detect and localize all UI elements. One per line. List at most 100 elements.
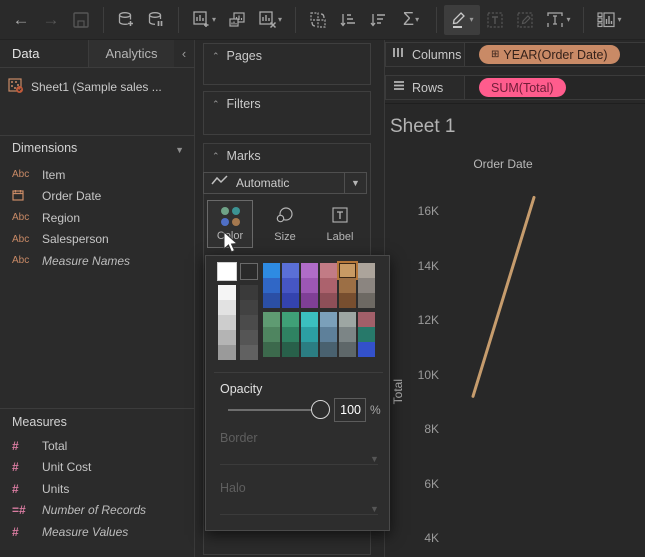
size-button[interactable]: Size: [262, 200, 308, 248]
palette-swatch[interactable]: [358, 312, 375, 327]
palette-swatch[interactable]: [263, 263, 280, 278]
datasource-item[interactable]: Sheet1 (Sample sales ...: [0, 76, 195, 98]
collapse-chevron-icon[interactable]: ⌃: [212, 51, 220, 62]
save-icon[interactable]: [66, 5, 96, 35]
white-swatch[interactable]: [217, 262, 237, 281]
pause-auto-updates-icon[interactable]: [141, 5, 171, 35]
mark-type-dropdown[interactable]: Automatic ▼: [203, 172, 367, 194]
highlight-icon[interactable]: ▾: [444, 4, 480, 35]
opacity-value-input[interactable]: 100: [334, 398, 366, 422]
palette-swatch[interactable]: [320, 342, 337, 357]
palette-swatch[interactable]: [358, 342, 375, 357]
palette-swatch[interactable]: [240, 330, 258, 345]
palette-swatch[interactable]: [240, 315, 258, 330]
expand-icon[interactable]: ⊞: [491, 49, 499, 60]
tab-data[interactable]: Data: [0, 46, 88, 61]
palette-swatch[interactable]: [301, 342, 318, 357]
new-worksheet-icon[interactable]: ▾: [186, 5, 222, 35]
chevron-down-icon[interactable]: ▼: [344, 173, 366, 193]
palette-swatch[interactable]: [282, 327, 299, 342]
sort-ascending-icon[interactable]: [333, 5, 363, 35]
add-datasource-icon[interactable]: [111, 5, 141, 35]
columns-pill-zone[interactable]: ⊞ YEAR(Order Date): [464, 43, 645, 66]
duplicate-sheet-icon[interactable]: [222, 5, 252, 35]
opacity-slider-handle[interactable]: [311, 400, 330, 419]
collapse-chevron-icon[interactable]: ⌃: [212, 151, 220, 162]
redo-button[interactable]: →: [36, 5, 66, 35]
palette-swatch[interactable]: [282, 278, 299, 293]
palette-swatch[interactable]: [218, 315, 236, 330]
field-row[interactable]: Abc Item: [0, 164, 195, 186]
sort-descending-icon[interactable]: [363, 5, 393, 35]
field-row[interactable]: # Measure Values: [0, 521, 195, 543]
palette-swatch[interactable]: [301, 278, 318, 293]
border-dropdown-icon[interactable]: ▼: [370, 454, 379, 464]
palette-swatch[interactable]: [218, 285, 236, 300]
palette-swatch[interactable]: [320, 312, 337, 327]
field-row[interactable]: Abc Salesperson: [0, 229, 195, 251]
palette-swatch[interactable]: [301, 263, 318, 278]
palette-swatch[interactable]: [301, 293, 318, 308]
field-row[interactable]: =# Number of Records: [0, 500, 195, 522]
palette-swatch[interactable]: [339, 312, 356, 327]
palette-swatch[interactable]: [320, 293, 337, 308]
palette-swatch[interactable]: [263, 342, 280, 357]
chevron-down-icon[interactable]: ▼: [175, 145, 184, 155]
field-row[interactable]: Abc Measure Names: [0, 250, 195, 272]
fit-icon[interactable]: ▾: [540, 5, 576, 35]
palette-swatch[interactable]: [301, 312, 318, 327]
worksheet-view[interactable]: Sheet 1 Order Date Total 16K 14K 12K 10K 8K 6…: [385, 103, 645, 557]
palette-swatch[interactable]: [263, 312, 280, 327]
palette-swatch[interactable]: [358, 263, 375, 278]
palette-swatch[interactable]: [218, 345, 236, 360]
undo-button[interactable]: ←: [6, 5, 36, 35]
columns-pill[interactable]: ⊞ YEAR(Order Date): [479, 45, 620, 64]
field-row[interactable]: Abc Region: [0, 207, 195, 229]
totals-icon[interactable]: Σ ▾: [393, 5, 429, 35]
label-button-label: Label: [326, 230, 354, 243]
palette-swatch[interactable]: [301, 327, 318, 342]
palette-swatch[interactable]: [358, 327, 375, 342]
palette-swatch[interactable]: [218, 330, 236, 345]
palette-swatch[interactable]: [282, 342, 299, 357]
palette-swatch[interactable]: [282, 312, 299, 327]
show-mark-labels-icon[interactable]: [480, 5, 510, 35]
palette-swatch[interactable]: [358, 293, 375, 308]
halo-dropdown-icon[interactable]: ▼: [370, 504, 379, 514]
line-mark[interactable]: [385, 104, 645, 557]
label-button[interactable]: Label: [317, 200, 363, 248]
palette-swatch[interactable]: [263, 293, 280, 308]
palette-swatch[interactable]: [358, 278, 375, 293]
opacity-slider-track[interactable]: [228, 409, 314, 411]
palette-swatch[interactable]: [339, 293, 356, 308]
format-icon[interactable]: [510, 5, 540, 35]
palette-swatch[interactable]: [240, 300, 258, 315]
palette-swatch[interactable]: [339, 278, 356, 293]
selected-color-swatch[interactable]: [337, 261, 358, 280]
field-row[interactable]: # Units: [0, 478, 195, 500]
tab-analytics[interactable]: Analytics: [88, 40, 174, 67]
palette-swatch[interactable]: [339, 327, 356, 342]
collapse-chevron-icon[interactable]: ⌃: [212, 99, 220, 110]
clear-sheet-icon[interactable]: ▾: [252, 5, 288, 35]
palette-swatch[interactable]: [218, 300, 236, 315]
palette-swatch[interactable]: [320, 263, 337, 278]
palette-swatch[interactable]: [240, 285, 258, 300]
rows-pill-zone[interactable]: SUM(Total): [464, 76, 645, 99]
field-row[interactable]: # Unit Cost: [0, 457, 195, 479]
palette-swatch[interactable]: [263, 327, 280, 342]
palette-swatch[interactable]: [339, 342, 356, 357]
rows-pill[interactable]: SUM(Total): [479, 78, 566, 97]
swap-rows-columns-icon[interactable]: [303, 5, 333, 35]
collapse-pane-icon[interactable]: ‹: [174, 46, 194, 61]
palette-swatch[interactable]: [320, 327, 337, 342]
palette-swatch[interactable]: [282, 293, 299, 308]
show-me-icon[interactable]: ▾: [591, 5, 627, 35]
palette-swatch[interactable]: [282, 263, 299, 278]
palette-swatch[interactable]: [263, 278, 280, 293]
field-row[interactable]: # Total: [0, 435, 195, 457]
field-row[interactable]: Order Date: [0, 186, 195, 208]
dark-swatch[interactable]: [240, 263, 258, 280]
palette-swatch[interactable]: [320, 278, 337, 293]
palette-swatch[interactable]: [240, 345, 258, 360]
